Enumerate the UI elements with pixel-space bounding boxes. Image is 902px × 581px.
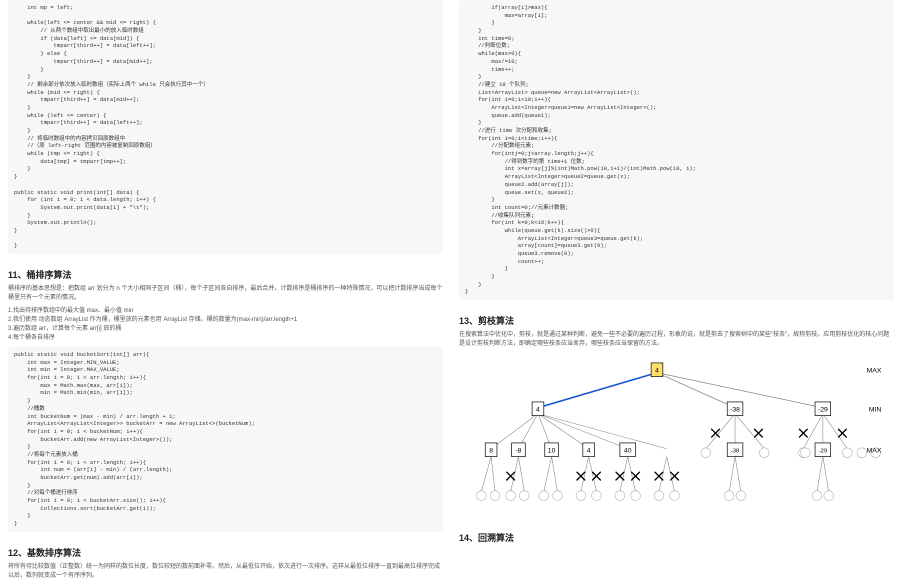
radix-sort-desc: 将所有待比较数值（正整数）统一为同样的数位长度，数位较短的数前面补零。然后，从最… bbox=[8, 563, 443, 581]
node: 40 bbox=[624, 448, 632, 455]
heading-14-backtrack: 14、回溯算法 bbox=[459, 531, 894, 544]
node: -38 bbox=[731, 449, 739, 455]
pruning-desc: 在搜索算法中优化中，剪枝，就是通过某种判断，避免一些不必要的遍历过程，形象的说，… bbox=[459, 331, 894, 349]
merge-sort-code: int mp = left; while(left <= center && m… bbox=[8, 0, 443, 254]
node: -29 bbox=[818, 407, 828, 414]
node: -29 bbox=[819, 449, 827, 455]
pruning-tree-diagram: 4 4 -38 -29 8 -8 10 4 40 -38 -29 bbox=[459, 359, 894, 525]
label-max-2: MAX bbox=[867, 448, 882, 455]
node: 8 bbox=[489, 448, 493, 455]
radix-sort-code: if(array[i]>max){ max=array[i]; } } int … bbox=[459, 0, 894, 300]
node-root: 4 bbox=[655, 368, 659, 375]
node: -8 bbox=[515, 448, 521, 455]
heading-13-pruning: 13、剪枝算法 bbox=[459, 314, 894, 327]
label-max: MAX bbox=[867, 368, 882, 375]
bucket-sort-desc: 桶排序的基本思想是：把数组 arr 划分为 n 个大小相同子区间（桶），每个子区… bbox=[8, 285, 443, 303]
node: 4 bbox=[587, 448, 591, 455]
node: 10 bbox=[548, 448, 556, 455]
node: 4 bbox=[536, 407, 540, 414]
right-column: if(array[i]>max){ max=array[i]; } } int … bbox=[451, 0, 902, 548]
left-column: int mp = left; while(left <= center && m… bbox=[0, 0, 451, 548]
label-min: MIN bbox=[869, 407, 882, 414]
bucket-sort-code: public static void bucketSort(int[] arr)… bbox=[8, 347, 443, 532]
node: -38 bbox=[730, 407, 740, 414]
bucket-sort-steps: 1.找出待排序数组中的最大值 max、最小值 min 2.我们使用 动态数组 A… bbox=[8, 307, 443, 343]
heading-11-bucket-sort: 11、桶排序算法 bbox=[8, 268, 443, 281]
